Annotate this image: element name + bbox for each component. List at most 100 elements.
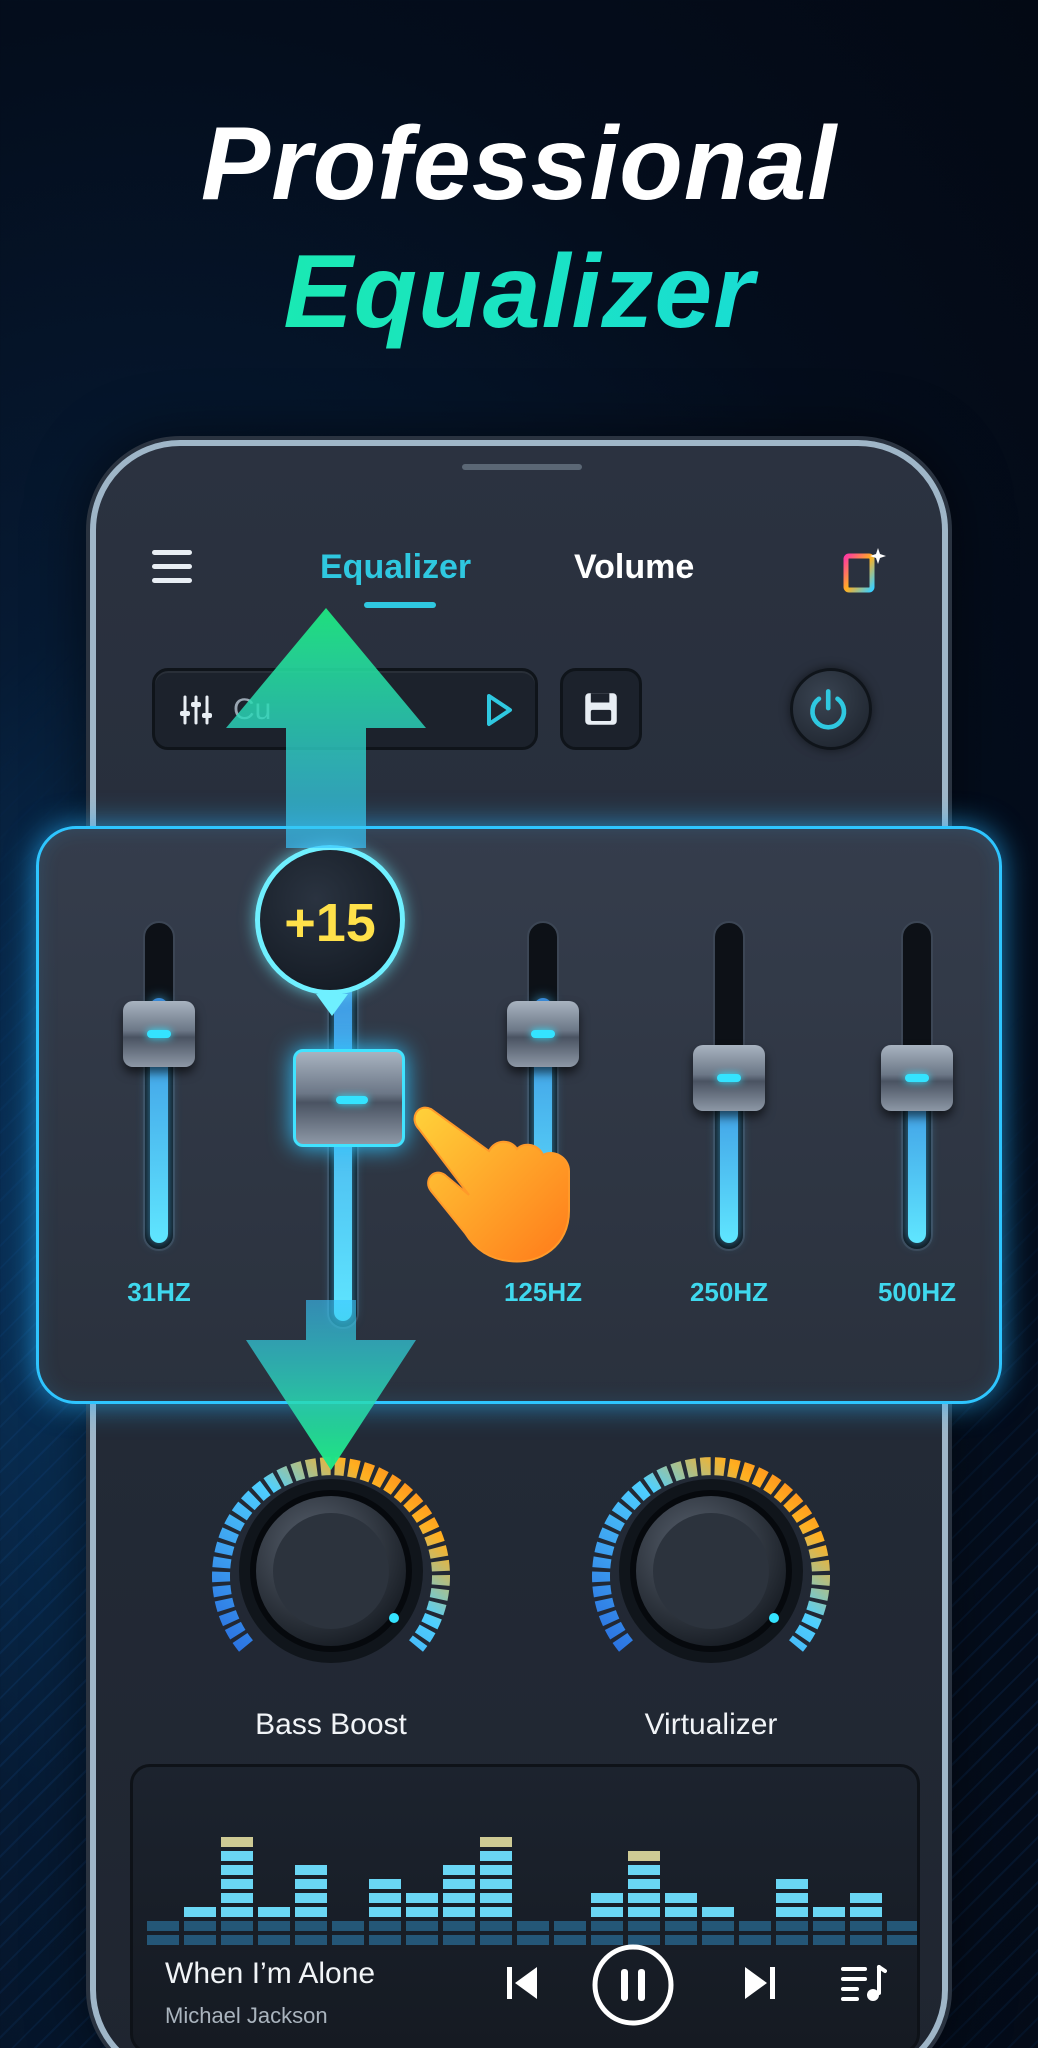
pause-icon[interactable] bbox=[591, 1943, 675, 2027]
equalizer-preset-icon bbox=[180, 695, 212, 725]
next-icon[interactable] bbox=[741, 1963, 777, 2003]
band-label-125hz: 125HZ bbox=[503, 1277, 583, 1307]
visualizer-segment bbox=[850, 1907, 882, 1917]
visualizer-segment bbox=[295, 1907, 327, 1917]
visualizer-segment bbox=[813, 1921, 845, 1931]
visualizer-segment bbox=[628, 1865, 660, 1875]
visualizer-segment bbox=[591, 1893, 623, 1903]
visualizer-segment bbox=[369, 1879, 401, 1889]
band-slider-250hz[interactable] bbox=[693, 921, 765, 1251]
bass-boost-knob[interactable] bbox=[206, 1446, 456, 1696]
visualizer-segment bbox=[221, 1921, 253, 1931]
visualizer-segment bbox=[665, 1921, 697, 1931]
visualizer-segment bbox=[406, 1921, 438, 1931]
virtualizer-label: Virtualizer bbox=[644, 1708, 778, 1741]
visualizer-segment bbox=[147, 1935, 179, 1945]
visualizer-segment bbox=[221, 1851, 253, 1861]
visualizer-segment bbox=[406, 1935, 438, 1945]
visualizer-segment bbox=[480, 1921, 512, 1931]
visualizer-segment bbox=[628, 1851, 660, 1861]
visualizer-segment bbox=[776, 1893, 808, 1903]
phone-speaker bbox=[462, 464, 582, 470]
visualizer-segment bbox=[369, 1921, 401, 1931]
visualizer-segment bbox=[776, 1921, 808, 1931]
slider-knob[interactable] bbox=[881, 1045, 953, 1111]
visualizer-segment bbox=[480, 1935, 512, 1945]
visualizer-segment bbox=[517, 1921, 549, 1931]
band-slider-500hz[interactable] bbox=[881, 921, 953, 1251]
visualizer-segment bbox=[813, 1935, 845, 1945]
visualizer-segment bbox=[480, 1837, 512, 1847]
mini-player[interactable]: When I’m Alone Michael Jackson bbox=[130, 1764, 920, 2048]
visualizer-segment bbox=[221, 1935, 253, 1945]
visualizer-segment bbox=[184, 1907, 216, 1917]
visualizer-segment bbox=[332, 1935, 364, 1945]
headline-line-2: Equalizer bbox=[0, 228, 1038, 356]
visualizer-segment bbox=[369, 1935, 401, 1945]
visualizer-segment bbox=[221, 1865, 253, 1875]
visualizer-segment bbox=[850, 1893, 882, 1903]
visualizer-segment bbox=[295, 1935, 327, 1945]
visualizer-segment bbox=[332, 1921, 364, 1931]
visualizer-segment bbox=[813, 1907, 845, 1917]
save-icon bbox=[585, 693, 617, 725]
visualizer-segment bbox=[184, 1935, 216, 1945]
visualizer-segment bbox=[221, 1907, 253, 1917]
visualizer-segment bbox=[443, 1879, 475, 1889]
playlist-icon[interactable] bbox=[841, 1963, 887, 2003]
visualizer-segment bbox=[295, 1865, 327, 1875]
visualizer-segment bbox=[591, 1921, 623, 1931]
visualizer-segment bbox=[628, 1893, 660, 1903]
play-icon[interactable] bbox=[485, 693, 513, 727]
menu-icon[interactable] bbox=[152, 550, 192, 590]
visualizer-segment bbox=[369, 1907, 401, 1917]
visualizer-segment bbox=[702, 1907, 734, 1917]
visualizer-segment bbox=[480, 1851, 512, 1861]
visualizer-segment bbox=[887, 1935, 917, 1945]
visualizer-segment bbox=[406, 1907, 438, 1917]
power-icon bbox=[810, 689, 847, 730]
power-button[interactable] bbox=[790, 668, 872, 750]
visualizer-segment bbox=[184, 1921, 216, 1931]
visualizer-segment bbox=[591, 1907, 623, 1917]
visualizer-segment bbox=[480, 1879, 512, 1889]
tab-equalizer[interactable]: Equalizer bbox=[320, 548, 471, 587]
visualizer-segment bbox=[702, 1935, 734, 1945]
theme-icon[interactable] bbox=[842, 546, 886, 594]
band-label-250hz: 250HZ bbox=[689, 1277, 769, 1307]
visualizer-segment bbox=[628, 1879, 660, 1889]
slider-knob[interactable] bbox=[507, 1001, 579, 1067]
visualizer-segment bbox=[221, 1837, 253, 1847]
slider-knob[interactable] bbox=[123, 1001, 195, 1067]
visualizer-segment bbox=[665, 1893, 697, 1903]
arrow-up-icon bbox=[226, 608, 426, 848]
visualizer-segment bbox=[628, 1921, 660, 1931]
visualizer-segment bbox=[665, 1907, 697, 1917]
visualizer-segment bbox=[369, 1893, 401, 1903]
visualizer-segment bbox=[480, 1893, 512, 1903]
visualizer-segment bbox=[887, 1921, 917, 1931]
top-nav: Equalizer Volume bbox=[96, 546, 942, 616]
equalizer-panel: 31HZ 125HZ 250HZ 500HZ +15 bbox=[36, 826, 1002, 1404]
tab-volume[interactable]: Volume bbox=[574, 548, 694, 587]
visualizer-segment bbox=[739, 1935, 771, 1945]
song-title: When I’m Alone bbox=[165, 1957, 376, 1990]
visualizer-segment bbox=[295, 1879, 327, 1889]
visualizer-segment bbox=[776, 1907, 808, 1917]
slider-knob-active[interactable] bbox=[293, 1049, 405, 1147]
save-button[interactable] bbox=[560, 668, 642, 750]
audio-visualizer bbox=[147, 1837, 917, 1945]
visualizer-segment bbox=[554, 1921, 586, 1931]
band-slider-31hz[interactable] bbox=[123, 921, 195, 1251]
promo-headline: Professional Equalizer bbox=[0, 100, 1038, 356]
visualizer-segment bbox=[480, 1865, 512, 1875]
visualizer-segment bbox=[739, 1921, 771, 1931]
visualizer-segment bbox=[406, 1893, 438, 1903]
visualizer-segment bbox=[628, 1907, 660, 1917]
virtualizer-knob[interactable] bbox=[586, 1446, 836, 1696]
visualizer-segment bbox=[443, 1865, 475, 1875]
visualizer-segment bbox=[443, 1921, 475, 1931]
previous-icon[interactable] bbox=[505, 1963, 541, 2003]
slider-knob[interactable] bbox=[693, 1045, 765, 1111]
band-label-31hz: 31HZ bbox=[127, 1277, 191, 1307]
